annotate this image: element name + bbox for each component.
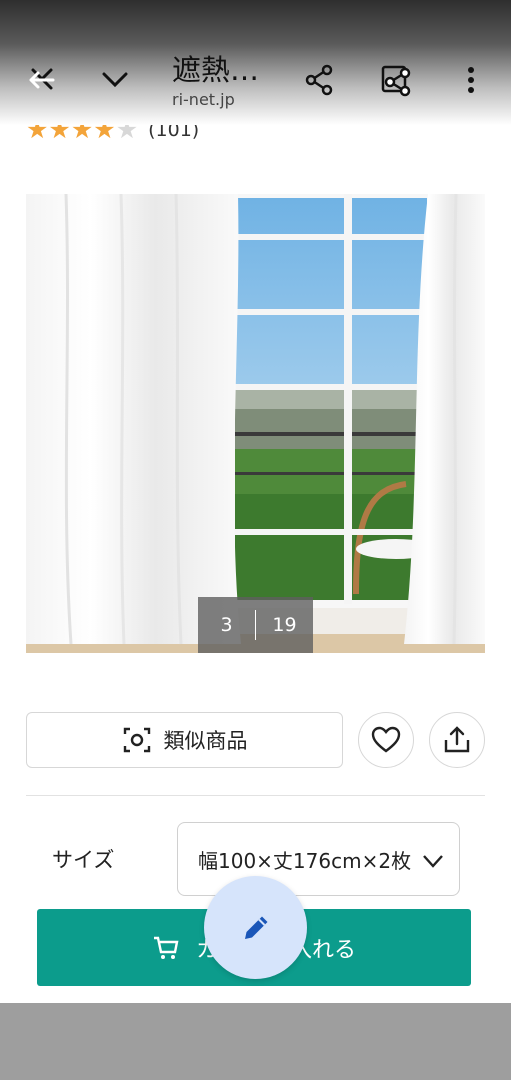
cart-icon [153, 936, 179, 959]
heart-icon [371, 726, 401, 753]
page-title[interactable]: 遮熱… [172, 47, 259, 89]
image-counter-current: 3 [220, 614, 233, 636]
chevron-down-icon[interactable] [93, 58, 137, 102]
share-page-icon[interactable] [374, 58, 418, 102]
edit-fab-button[interactable] [204, 876, 307, 979]
favorite-button[interactable] [358, 712, 414, 768]
image-counter: 3 19 [198, 597, 313, 653]
product-image[interactable] [26, 194, 485, 653]
pencil-icon [244, 916, 267, 939]
size-select[interactable]: 幅100×丈176cm×2枚 [177, 822, 460, 896]
similar-products-label: 類似商品 [163, 729, 248, 753]
chevron-down-icon [423, 855, 443, 868]
image-counter-total: 19 [272, 614, 297, 636]
section-divider [26, 795, 485, 796]
size-select-value: 幅100×丈176cm×2枚 [198, 848, 412, 873]
visual-search-icon [123, 727, 150, 753]
page-url[interactable]: ri-net.jp [172, 90, 235, 109]
share-icon[interactable] [297, 58, 341, 102]
browser-toolbar: 遮熱… ri-net.jp [0, 0, 511, 125]
back-close-icon[interactable] [20, 58, 64, 102]
similar-products-button[interactable]: 類似商品 [26, 712, 343, 768]
share-button[interactable] [429, 712, 485, 768]
upload-share-icon [444, 726, 470, 753]
more-vert-icon[interactable] [449, 58, 493, 102]
size-label: サイズ [52, 848, 115, 872]
bottom-overlay [0, 1003, 511, 1080]
